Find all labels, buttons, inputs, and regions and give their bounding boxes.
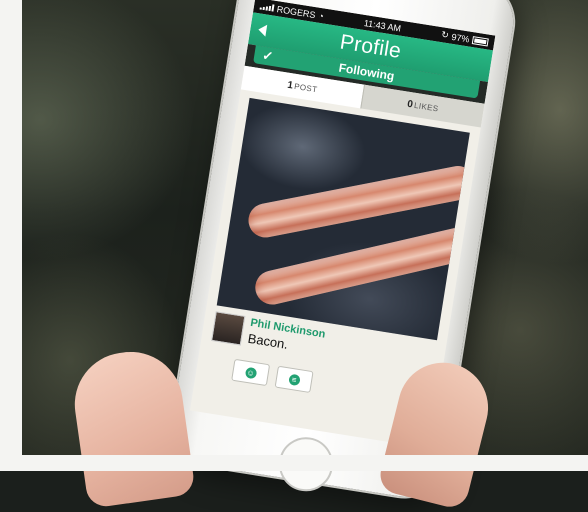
image-border-left [0,0,22,471]
signal-icon [259,2,275,12]
avatar[interactable] [211,311,246,346]
post-photo[interactable] [216,97,470,341]
comment-button[interactable]: ≡ [274,365,314,394]
image-border-bottom [0,455,588,471]
smile-icon: ☺ [244,366,257,379]
battery-icon [471,35,489,47]
bacon-strip [251,223,470,308]
smile-button[interactable]: ☺ [231,358,271,387]
back-arrow-icon[interactable] [257,23,268,37]
lock-rotation-icon: ↻ [440,29,450,41]
posts-label: POST [293,81,319,94]
comment-icon: ≡ [287,373,301,386]
check-icon: ✓ [261,47,275,65]
battery-percent: 97% [450,31,471,45]
likes-label: LIKES [413,100,440,114]
wifi-icon: ◔ [317,10,325,21]
bacon-strip [245,163,470,241]
